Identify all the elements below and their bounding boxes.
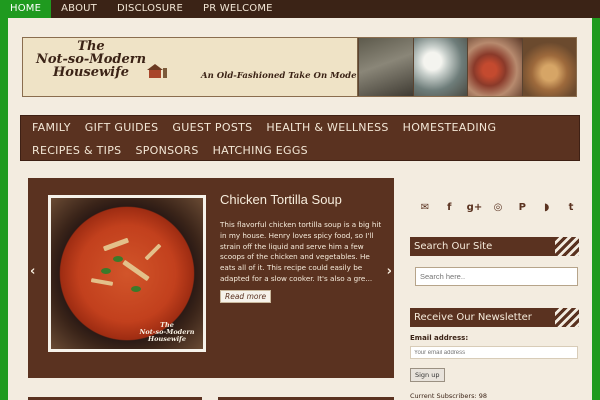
menu-health-wellness[interactable]: HEALTH & WELLNESS	[259, 116, 395, 139]
site-logo[interactable]: The Not-so-Modern Housewife An Old-Fashi…	[23, 38, 358, 96]
email-label: Email address:	[410, 334, 469, 342]
menu-guest-posts[interactable]: GUEST POSTS	[165, 116, 259, 139]
facebook-icon[interactable]: f	[442, 202, 456, 213]
menu-sponsors[interactable]: SPONSORS	[128, 139, 205, 162]
pinterest-icon[interactable]: P	[515, 202, 529, 213]
tortilla-strip	[144, 243, 162, 261]
tortilla-strip	[122, 259, 150, 282]
soup-photo: The Not-so-Modern Housewife	[51, 198, 203, 349]
left-accent-stripe	[0, 0, 8, 400]
chevron-left-icon[interactable]: ‹	[30, 264, 35, 279]
google-plus-icon[interactable]: g+	[467, 202, 483, 213]
search-widget-heading: Search Our Site	[410, 237, 579, 256]
right-accent-stripe	[592, 0, 600, 400]
instagram-icon[interactable]: ◎	[491, 202, 505, 213]
chevron-right-icon[interactable]: ›	[387, 264, 392, 279]
subscriber-count: Current Subscribers: 98	[410, 392, 488, 400]
page-body: The Not-so-Modern Housewife An Old-Fashi…	[8, 18, 592, 400]
top-navigation: HOME ABOUT DISCLOSURE PR WELCOME	[0, 0, 600, 18]
slide-excerpt: This flavorful chicken tortilla soup is …	[220, 220, 382, 283]
tortilla-strip	[102, 237, 130, 252]
menu-recipes-tips[interactable]: RECIPES & TIPS	[25, 139, 128, 162]
nav-pr-welcome[interactable]: PR WELCOME	[193, 0, 283, 18]
newsletter-widget-heading: Receive Our Newsletter	[410, 308, 579, 327]
header-photo-strip	[358, 38, 576, 96]
header-photo-goat	[521, 38, 576, 96]
mail-icon[interactable]: ✉	[418, 202, 432, 213]
sign-up-button[interactable]: Sign up	[410, 368, 445, 382]
cilantro-leaf	[101, 268, 111, 274]
farmhouse-icon	[147, 64, 167, 78]
menu-gift-guides[interactable]: GIFT GUIDES	[78, 116, 166, 139]
logo-title: The Not-so-Modern Housewife	[35, 39, 147, 80]
menu-family[interactable]: FAMILY	[25, 116, 78, 139]
slide-title[interactable]: Chicken Tortilla Soup	[220, 192, 342, 207]
twitter-icon[interactable]: t	[564, 202, 578, 213]
email-field[interactable]	[410, 346, 578, 359]
image-watermark: The Not-so-Modern Housewife	[139, 321, 195, 343]
slide-image[interactable]: The Not-so-Modern Housewife	[48, 195, 206, 352]
menu-hatching-eggs[interactable]: HATCHING EGGS	[206, 139, 315, 162]
tortilla-strip	[90, 278, 114, 286]
logo-tagline: An Old-Fashioned Take On Modern Living	[201, 71, 357, 81]
menu-homesteading[interactable]: HOMESTEADING	[396, 116, 504, 139]
cilantro-leaf	[113, 256, 123, 262]
header-photo-cookware	[358, 38, 413, 96]
header-photo-chickens	[467, 38, 522, 96]
site-header-banner[interactable]: The Not-so-Modern Housewife An Old-Fashi…	[22, 37, 577, 97]
nav-disclosure[interactable]: DISCLOSURE	[107, 0, 193, 18]
read-more-button[interactable]: Read more	[220, 290, 272, 303]
nav-about[interactable]: ABOUT	[51, 0, 107, 18]
search-input[interactable]	[415, 267, 578, 286]
category-menu: FAMILY GIFT GUIDES GUEST POSTS HEALTH & …	[20, 115, 580, 161]
rss-icon[interactable]: ◗	[540, 202, 554, 213]
header-photo-eggs	[412, 38, 467, 96]
featured-slider: The Not-so-Modern Housewife Chicken Tort…	[28, 178, 394, 378]
cilantro-leaf	[131, 286, 141, 292]
nav-home[interactable]: HOME	[0, 0, 52, 18]
social-links: ✉ f g+ ◎ P ◗ t	[418, 200, 578, 214]
